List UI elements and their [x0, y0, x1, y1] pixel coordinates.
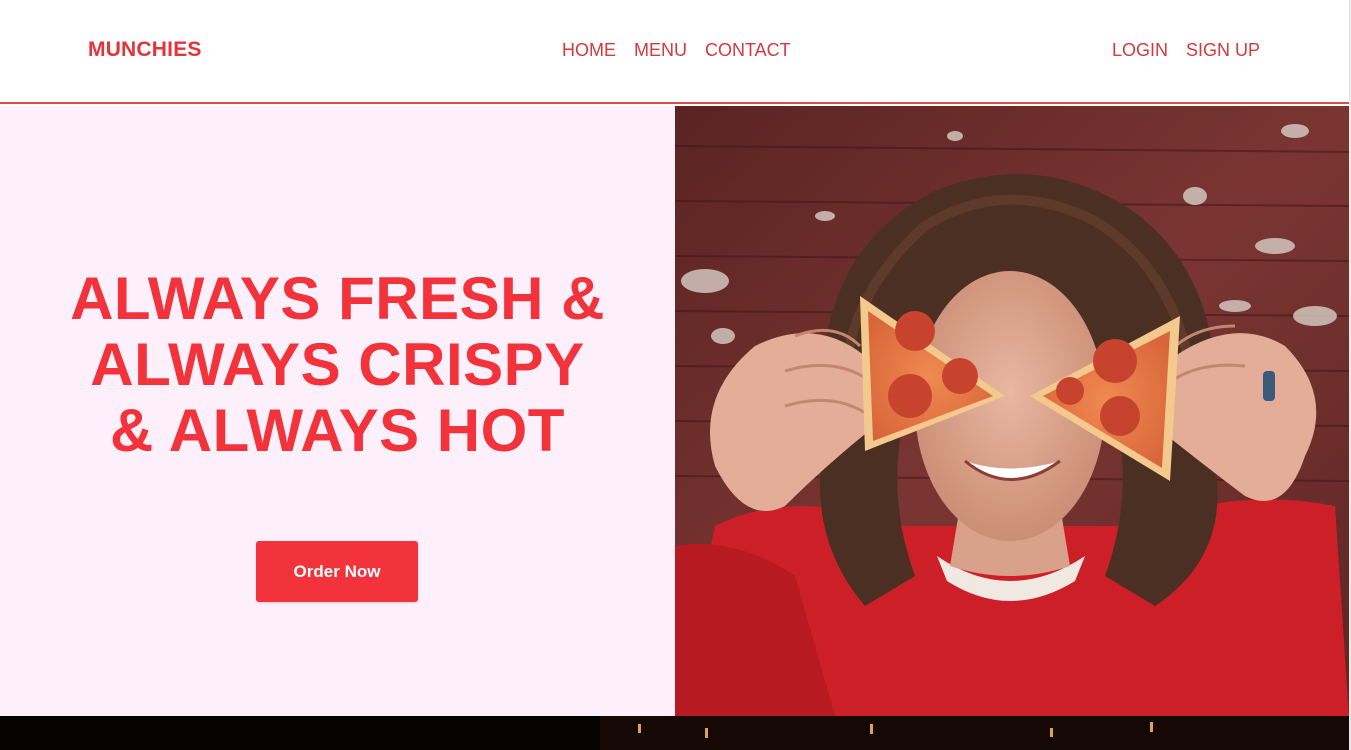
nav-home-link[interactable]: HOME — [562, 40, 616, 61]
next-section-preview — [0, 716, 1349, 750]
order-now-button[interactable]: Order Now — [256, 541, 418, 602]
hero-image — [675, 106, 1349, 716]
hero-headline-line: ALWAYS FRESH & — [70, 265, 605, 332]
brand-logo[interactable]: MUNCHIES — [88, 38, 202, 62]
login-link[interactable]: LOGIN — [1112, 40, 1168, 61]
top-navbar: MUNCHIES HOME MENU CONTACT LOGIN SIGN UP — [0, 0, 1349, 104]
signup-link[interactable]: SIGN UP — [1186, 40, 1260, 61]
hero-headline-line: & ALWAYS HOT — [110, 397, 565, 464]
nav-menu-link[interactable]: MENU — [634, 40, 687, 61]
auth-nav: LOGIN SIGN UP — [1112, 40, 1260, 61]
hero-text-panel: ALWAYS FRESH & ALWAYS CRISPY & ALWAYS HO… — [0, 106, 675, 716]
main-nav: HOME MENU CONTACT — [562, 40, 791, 61]
hero-headline: ALWAYS FRESH & ALWAYS CRISPY & ALWAYS HO… — [0, 266, 675, 464]
hero-headline-line: ALWAYS CRISPY — [90, 331, 585, 398]
nav-contact-link[interactable]: CONTACT — [705, 40, 791, 61]
